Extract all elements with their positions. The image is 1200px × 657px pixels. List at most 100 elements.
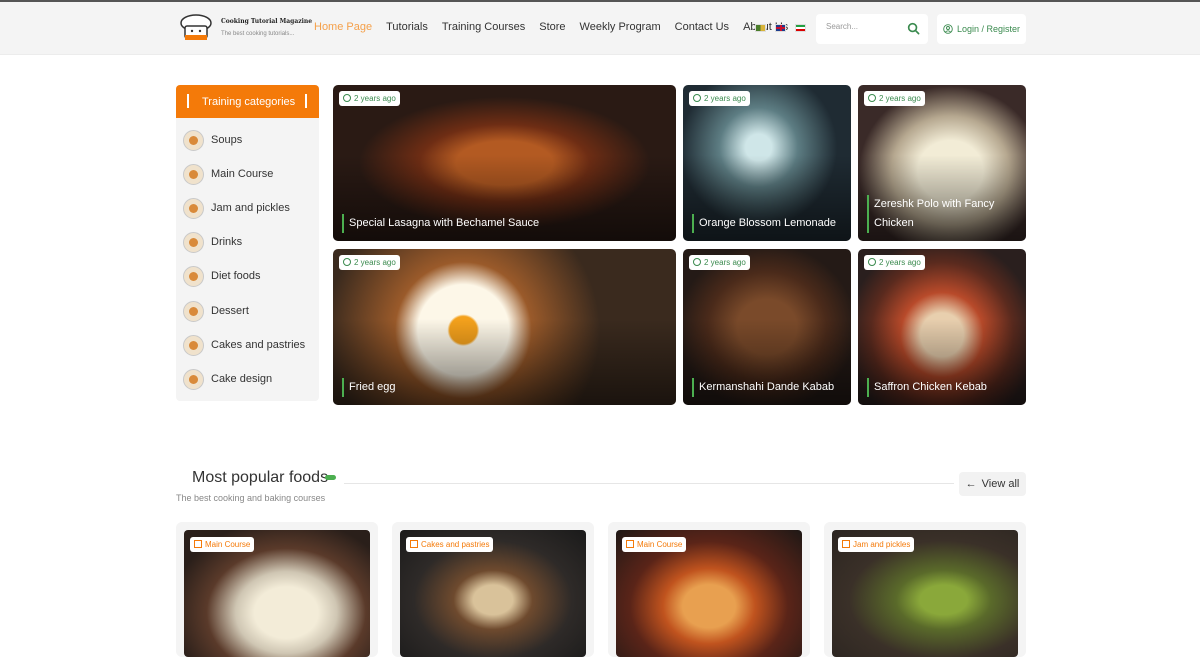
nav-tutorials[interactable]: Tutorials — [386, 21, 428, 33]
search-box — [816, 14, 928, 44]
food-card[interactable]: Jam and pickles — [824, 522, 1026, 657]
featured-title[interactable]: Fried egg — [342, 378, 395, 397]
header-bar-left — [187, 94, 189, 108]
featured-title[interactable]: Special Lasagna with Bechamel Sauce — [342, 214, 539, 233]
drink-icon — [183, 231, 204, 253]
category-item-main-course[interactable]: Main Course — [183, 162, 273, 186]
time-text: 2 years ago — [704, 258, 746, 267]
dessert-icon — [183, 300, 204, 322]
category-tag[interactable]: Cakes and pastries — [406, 537, 494, 552]
section-subtitle: The best cooking and baking courses — [176, 493, 326, 503]
site-logo[interactable]: Cooking Tutorial Magazine The best cooki… — [176, 13, 312, 45]
flag-icon-1[interactable] — [755, 24, 766, 32]
category-item-cake-design[interactable]: Cake design — [183, 367, 272, 391]
search-icon[interactable] — [907, 22, 920, 35]
category-item-drinks[interactable]: Drinks — [183, 230, 242, 254]
categories-title: Training categories — [202, 96, 296, 108]
category-item-cakes-pastries[interactable]: Cakes and pastries — [183, 333, 305, 357]
time-badge: 2 years ago — [339, 255, 400, 270]
nav-home[interactable]: Home Page — [314, 21, 372, 33]
logo-subtitle: The best cooking tutorials... — [221, 31, 295, 37]
time-text: 2 years ago — [879, 258, 921, 267]
category-tag[interactable]: Main Course — [622, 537, 687, 552]
view-all-label: View all — [981, 478, 1020, 490]
section-title: Most popular foods — [192, 469, 329, 486]
category-tag[interactable]: Jam and pickles — [838, 537, 915, 552]
food-image[interactable]: Cakes and pastries — [400, 530, 586, 657]
featured-card[interactable]: 2 years ago Special Lasagna with Bechame… — [333, 85, 676, 241]
nav-weekly-program[interactable]: Weekly Program — [580, 21, 661, 33]
category-label: Soups — [211, 134, 243, 146]
grid-icon — [842, 540, 850, 548]
featured-title[interactable]: Zereshk Polo with Fancy Chicken — [867, 195, 1017, 233]
time-badge: 2 years ago — [689, 91, 750, 106]
logo-title: Cooking Tutorial Magazine — [221, 18, 313, 25]
cake-icon — [183, 368, 204, 390]
tag-label: Main Course — [205, 540, 251, 549]
grid-icon — [194, 540, 202, 548]
title-accent — [325, 475, 336, 480]
flag-icon-iran[interactable] — [795, 24, 806, 32]
featured-card[interactable]: 2 years ago Fried egg — [333, 249, 676, 405]
food-card[interactable]: Main Course — [608, 522, 810, 657]
category-label: Cakes and pastries — [211, 339, 306, 351]
featured-title[interactable]: Saffron Chicken Kebab — [867, 378, 987, 397]
time-text: 2 years ago — [704, 94, 746, 103]
clock-icon — [868, 94, 876, 102]
arrow-left-icon: ← — [965, 478, 977, 490]
featured-card[interactable]: 2 years ago Zereshk Polo with Fancy Chic… — [858, 85, 1026, 241]
featured-card[interactable]: 2 years ago Kermanshahi Dande Kabab — [683, 249, 851, 405]
food-image[interactable]: Jam and pickles — [832, 530, 1018, 657]
nav-store[interactable]: Store — [539, 21, 565, 33]
clock-icon — [343, 258, 351, 266]
nav-training-courses[interactable]: Training Courses — [442, 21, 525, 33]
pastry-icon — [183, 334, 204, 356]
search-input[interactable] — [826, 22, 904, 31]
featured-title[interactable]: Orange Blossom Lemonade — [692, 214, 836, 233]
tag-label: Jam and pickles — [853, 540, 911, 549]
flag-icon-uk[interactable] — [775, 24, 786, 32]
clock-icon — [868, 258, 876, 266]
header-bar-right — [305, 94, 307, 108]
food-card[interactable]: Cakes and pastries — [392, 522, 594, 657]
nav-contact-us[interactable]: Contact Us — [675, 21, 729, 33]
food-card[interactable]: Main Course — [176, 522, 378, 657]
time-text: 2 years ago — [354, 258, 396, 267]
grid-icon — [626, 540, 634, 548]
view-all-button[interactable]: ← View all — [959, 472, 1026, 496]
category-label: Drinks — [211, 236, 243, 248]
category-label: Cake design — [211, 373, 273, 385]
category-label: Jam and pickles — [211, 202, 290, 214]
soup-icon — [183, 129, 204, 151]
food-image[interactable]: Main Course — [184, 530, 370, 657]
featured-card[interactable]: 2 years ago Saffron Chicken Kebab — [858, 249, 1026, 405]
category-item-jam-pickles[interactable]: Jam and pickles — [183, 196, 290, 220]
clock-icon — [693, 94, 701, 102]
clock-icon — [343, 94, 351, 102]
clock-icon — [693, 258, 701, 266]
time-badge: 2 years ago — [339, 91, 400, 106]
featured-title[interactable]: Kermanshahi Dande Kabab — [692, 378, 834, 397]
main-course-icon — [183, 163, 204, 185]
featured-card[interactable]: 2 years ago Orange Blossom Lemonade — [683, 85, 851, 241]
category-label: Diet foods — [211, 270, 261, 282]
time-badge: 2 years ago — [864, 255, 925, 270]
time-badge: 2 years ago — [689, 255, 750, 270]
user-icon — [943, 24, 953, 34]
login-register-label: Login / Register — [956, 24, 1021, 34]
category-item-soups[interactable]: Soups — [183, 128, 242, 152]
grid-icon — [410, 540, 418, 548]
main-nav: Home Page Tutorials Training Courses Sto… — [314, 21, 788, 33]
category-item-diet-foods[interactable]: Diet foods — [183, 264, 261, 288]
training-categories-panel: Training categories Soups Main Course Ja… — [176, 85, 319, 401]
tag-label: Main Course — [637, 540, 683, 549]
category-tag[interactable]: Main Course — [190, 537, 255, 552]
category-label: Main Course — [211, 168, 274, 180]
chef-hat-icon — [180, 14, 212, 40]
jar-icon — [183, 197, 204, 219]
login-register-button[interactable]: Login / Register — [937, 14, 1026, 44]
tag-label: Cakes and pastries — [421, 540, 490, 549]
category-item-dessert[interactable]: Dessert — [183, 299, 249, 323]
time-badge: 2 years ago — [864, 91, 925, 106]
food-image[interactable]: Main Course — [616, 530, 802, 657]
